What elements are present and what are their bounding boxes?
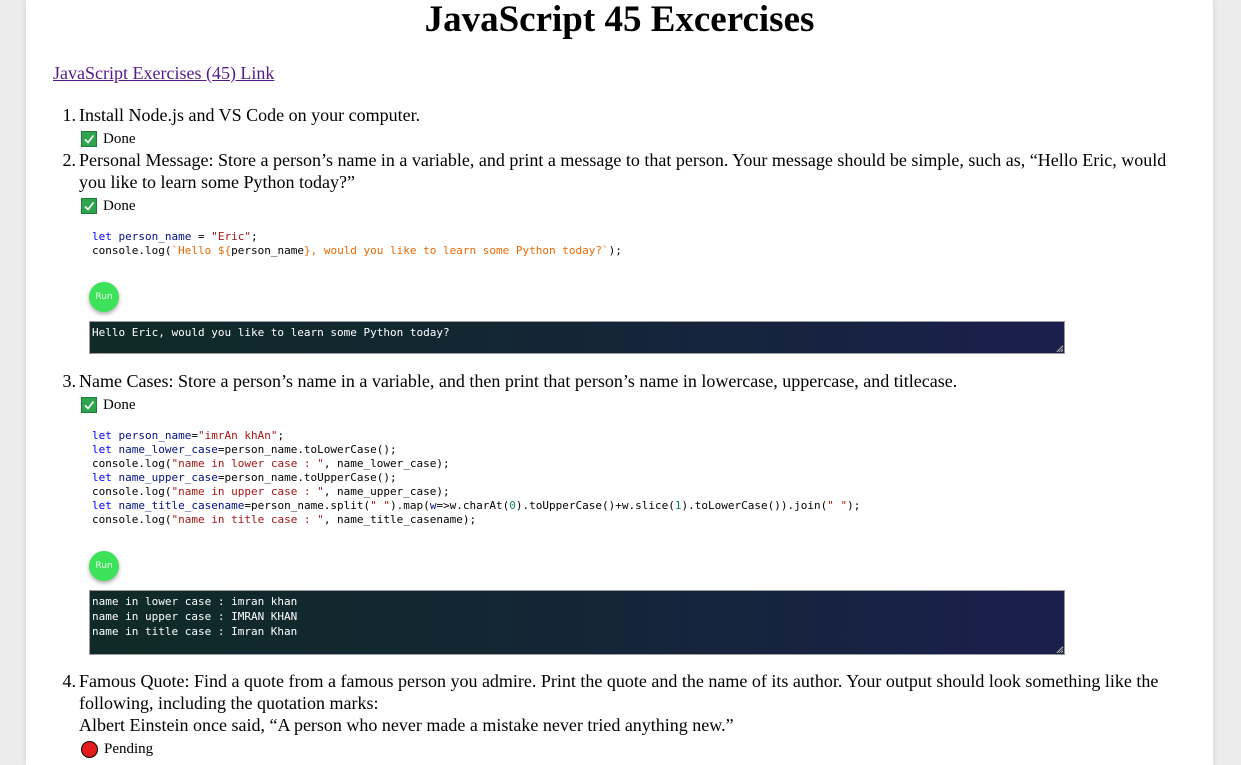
status-label: Done (103, 198, 136, 214)
exercise-item-3: 3. Name Cases: Store a person’s name in … (58, 370, 1173, 392)
pending-icon (81, 740, 98, 758)
page-title: JavaScript 45 Excercises (424, 0, 815, 40)
exercise-text: Install Node.js and VS Code on your comp… (79, 105, 421, 125)
resize-grip-icon[interactable] (1056, 646, 1063, 653)
run-button[interactable]: Run (89, 282, 119, 312)
exercise-text: Name Cases: Store a person’s name in a v… (79, 371, 958, 391)
code-block-2: let person_name = "Eric"; console.log(`H… (92, 230, 622, 257)
exercise-number: 1. (62, 105, 77, 125)
exercise-item-1: 1. Install Node.js and VS Code on your c… (58, 104, 1173, 126)
exercise-status-2: Done (81, 197, 136, 215)
output-console[interactable]: name in lower case : imran khan name in … (89, 590, 1065, 655)
exercise-status-1: Done (81, 130, 136, 148)
check-icon (81, 397, 97, 413)
exercise-quote: Albert Einstein once said, “A person who… (79, 715, 734, 735)
exercise-status-4: Pending (81, 740, 153, 758)
exercise-status-3: Done (81, 396, 136, 414)
exercises-link[interactable]: JavaScript Exercises (45) Link (53, 63, 274, 84)
page: JavaScript 45 Excercises JavaScript Exer… (26, 0, 1213, 765)
check-icon (81, 198, 97, 214)
output-console[interactable]: Hello Eric, would you like to learn some… (89, 321, 1065, 354)
resize-grip-icon[interactable] (1056, 345, 1063, 352)
exercise-number: 4. (62, 671, 77, 691)
status-label: Done (103, 131, 136, 147)
exercise-number: 2. (62, 150, 77, 170)
status-label: Pending (104, 741, 154, 757)
check-icon (81, 131, 97, 147)
run-button[interactable]: Run (89, 551, 119, 581)
code-block-3: let person_name="imrAn khAn"; let name_l… (92, 429, 861, 526)
exercise-item-2: 2. Personal Message: Store a person’s na… (58, 149, 1173, 193)
exercise-text: Famous Quote: Find a quote from a famous… (79, 671, 1159, 713)
exercise-text: Personal Message: Store a person’s name … (79, 150, 1167, 192)
exercise-item-4: 4. Famous Quote: Find a quote from a fam… (58, 670, 1173, 736)
exercise-number: 3. (62, 371, 77, 391)
status-label: Done (103, 397, 136, 413)
